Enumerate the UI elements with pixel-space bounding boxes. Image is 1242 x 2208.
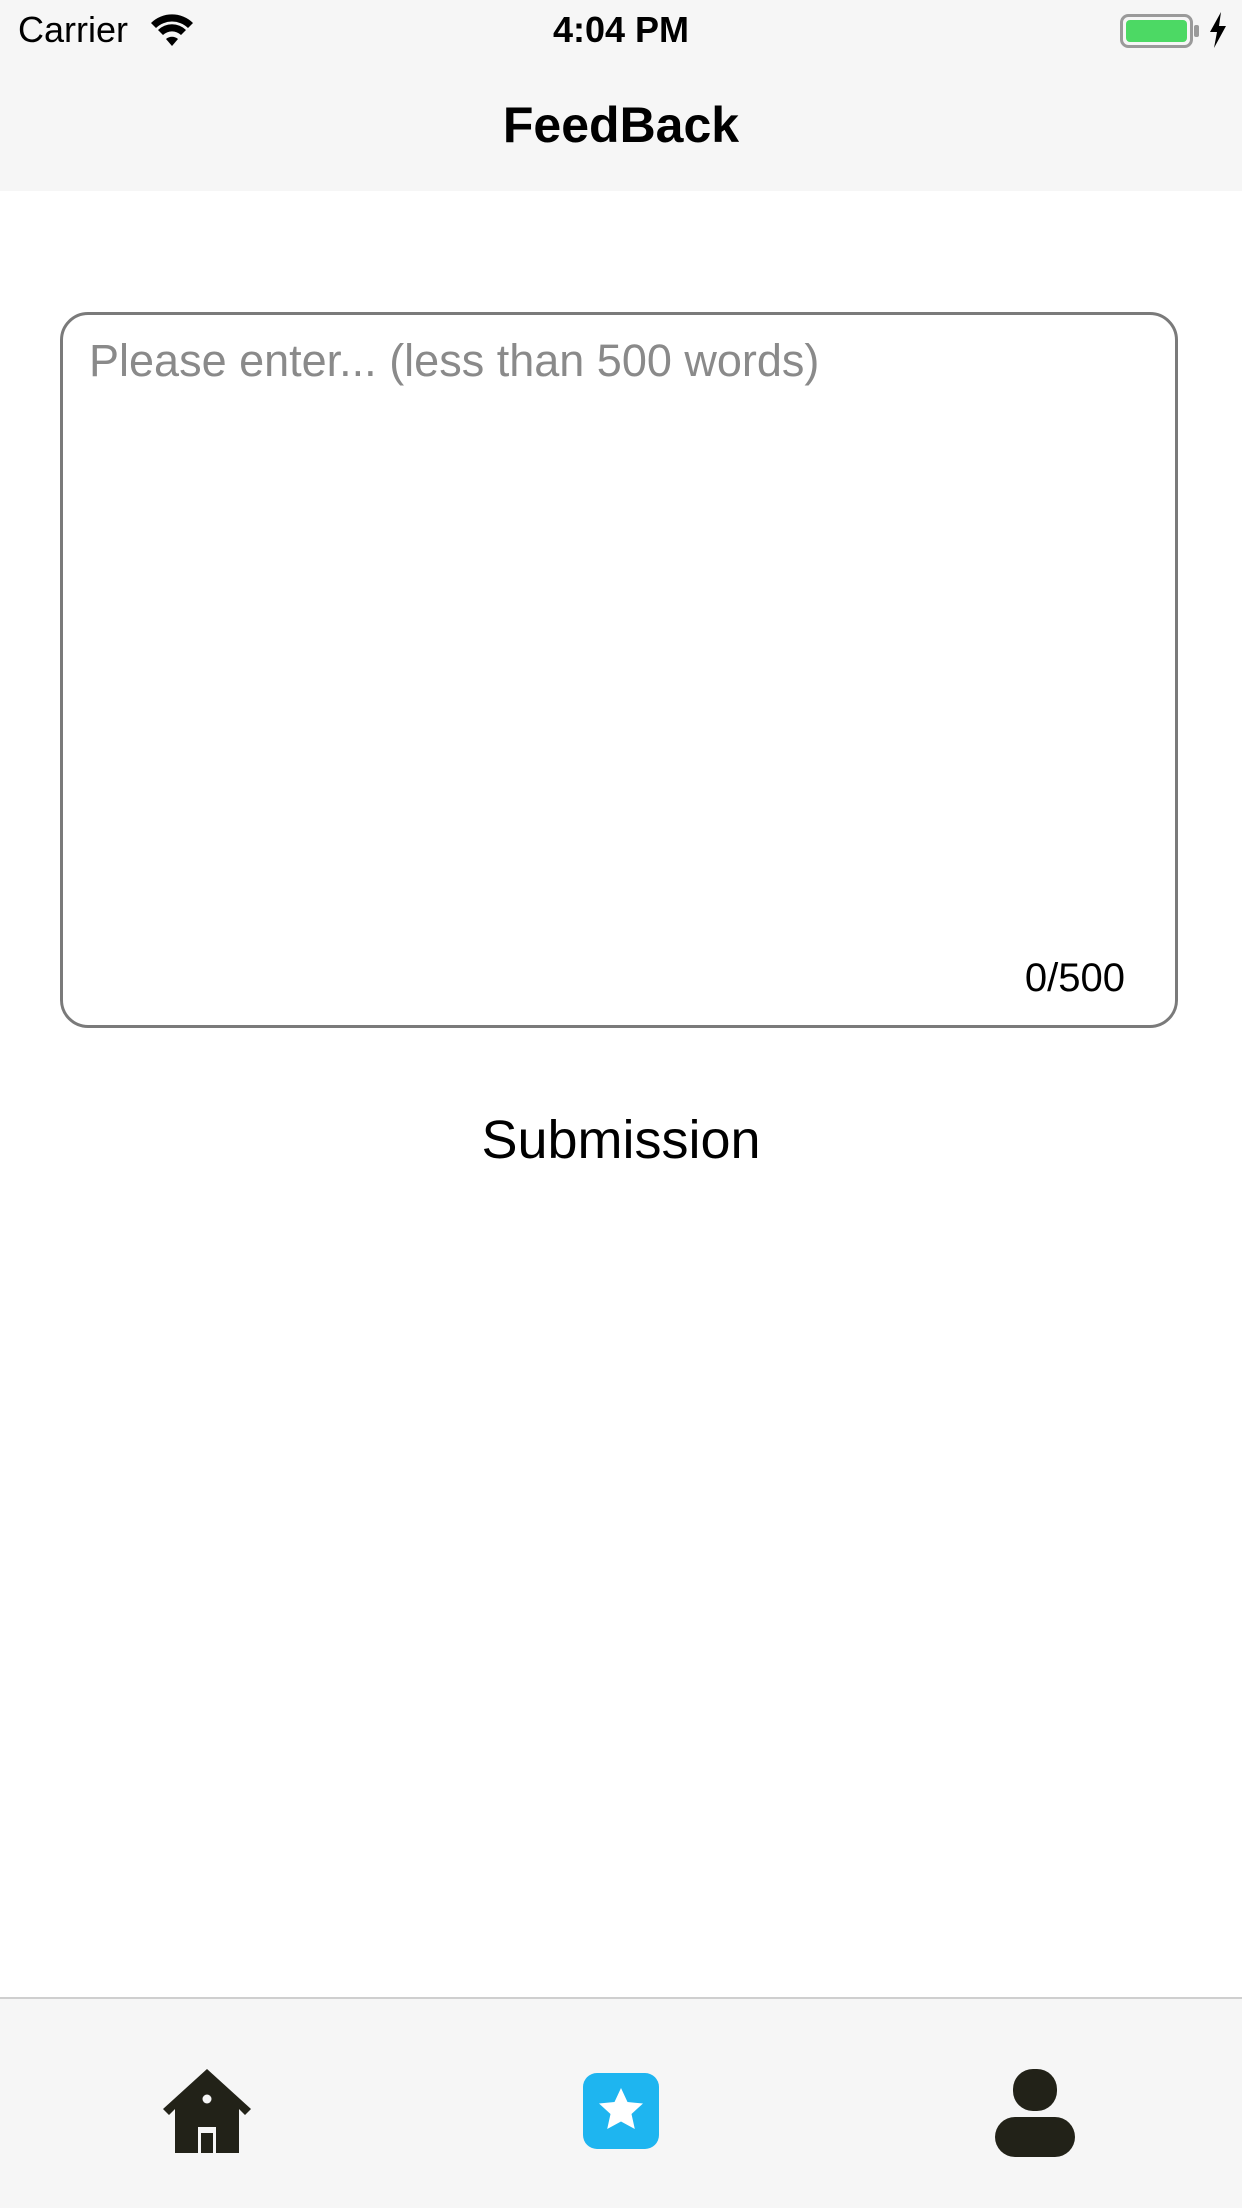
status-bar: Carrier 4:04 PM <box>0 0 1242 60</box>
star-icon <box>583 2073 659 2149</box>
tab-favorites[interactable] <box>571 2061 671 2161</box>
feedback-screen: Carrier 4:04 PM FeedBack 0/500 Submissio… <box>0 0 1242 2208</box>
status-time: 4:04 PM <box>552 9 690 50</box>
home-icon <box>163 2069 251 2153</box>
tab-profile[interactable] <box>985 2061 1085 2161</box>
character-counter: 0/500 <box>1024 956 1125 1000</box>
submit-button[interactable]: Submission <box>421 1100 821 1180</box>
tab-home[interactable] <box>157 2061 257 2161</box>
page-title: FeedBack <box>502 97 740 153</box>
tab-bar <box>0 1997 1242 2208</box>
charging-icon <box>1210 12 1226 48</box>
feedback-input[interactable] <box>89 331 1149 891</box>
feedback-textarea-container: 0/500 <box>60 312 1178 1028</box>
battery-icon <box>1120 14 1199 48</box>
navigation-bar: Carrier 4:04 PM FeedBack <box>0 0 1242 191</box>
profile-icon <box>995 2069 1075 2157</box>
